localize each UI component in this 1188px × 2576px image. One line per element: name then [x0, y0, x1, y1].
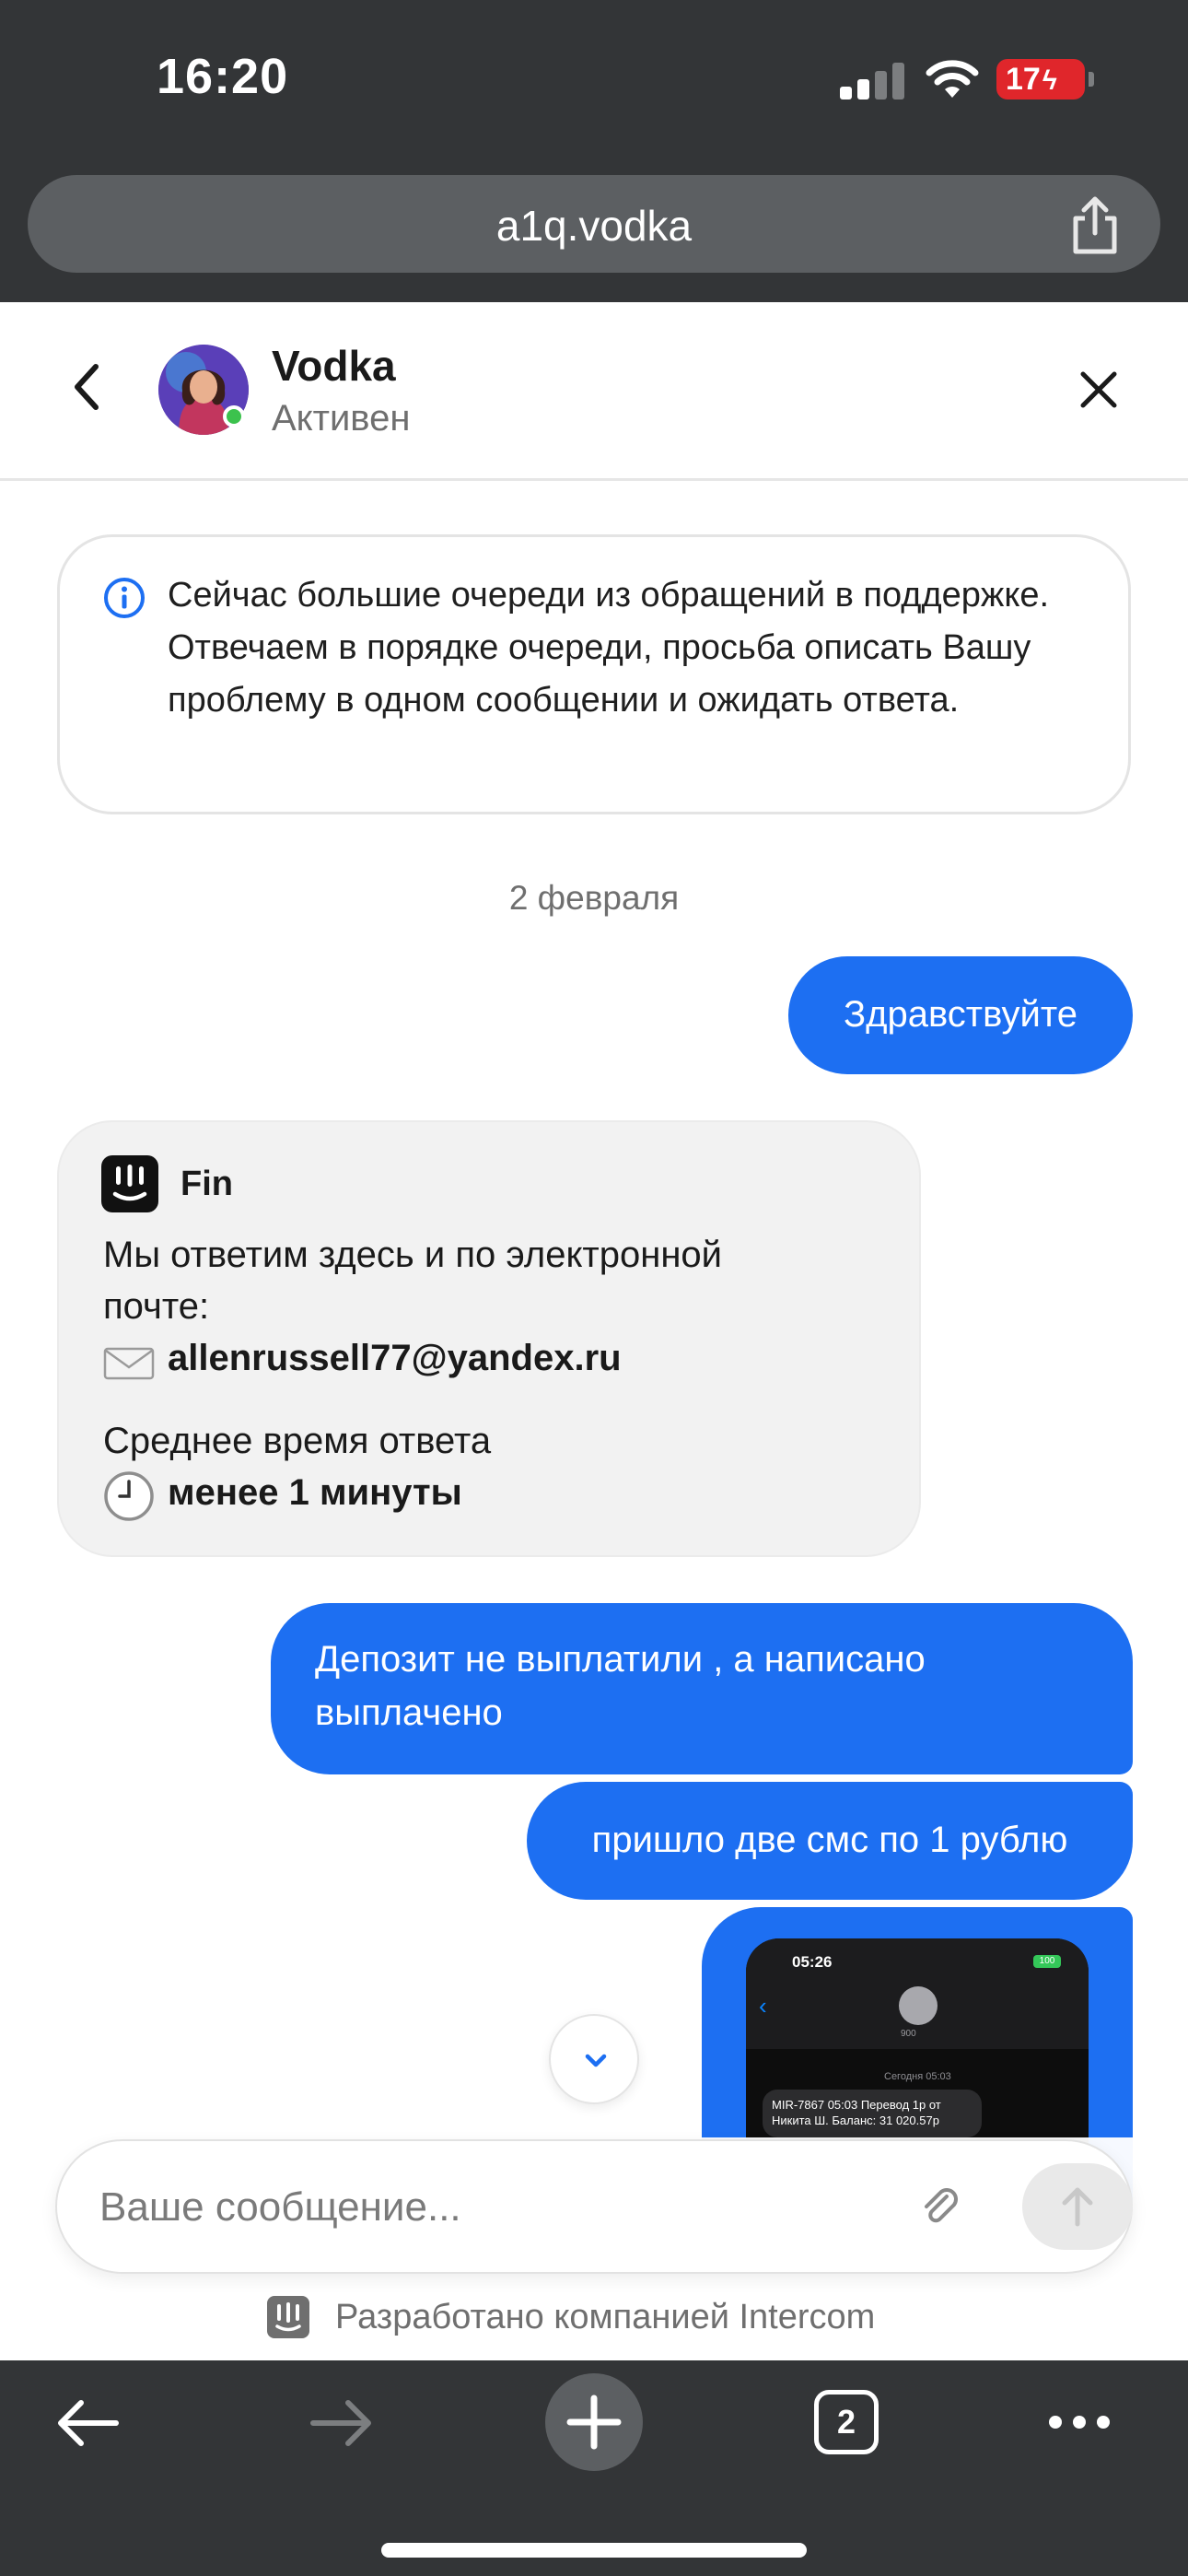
screenshot-battery: 100 — [1033, 1955, 1061, 1968]
avg-time-value: менее 1 минуты — [168, 1472, 462, 1513]
screenshot-time: 05:26 — [792, 1953, 833, 1971]
arrow-up-icon — [1062, 2187, 1093, 2227]
bot-email: allenrussell77@yandex.ru — [168, 1338, 622, 1378]
date-separator: 2 февраля — [508, 879, 680, 917]
screenshot-contact-avatar — [899, 1986, 938, 2025]
user-message-greeting: Здравствуйте — [788, 956, 1133, 1074]
forward-arrow-icon[interactable] — [308, 2394, 374, 2453]
online-status-dot — [223, 405, 245, 427]
back-arrow-icon[interactable] — [55, 2394, 122, 2453]
clock-icon — [104, 1471, 154, 1521]
send-button[interactable] — [1022, 2163, 1133, 2250]
cellular-signal-icon — [840, 61, 906, 100]
battery-indicator: 17ϟ — [996, 59, 1085, 100]
url-text[interactable]: a1q.vodka — [28, 201, 1160, 251]
battery-cap — [1089, 72, 1094, 87]
message-input[interactable] — [99, 2182, 882, 2233]
bot-reply-line-2: почте: — [103, 1286, 210, 1327]
chevron-down-icon — [585, 2054, 607, 2067]
fin-logo-icon — [101, 1155, 158, 1212]
agent-name: Vodka — [272, 342, 396, 390]
notice-text: Сейчас большие очереди из обращений в по… — [168, 576, 1050, 720]
tabs-button[interactable]: 2 — [814, 2390, 879, 2454]
agent-status: Активен — [272, 398, 411, 439]
user-message-sms: пришло две смс по 1 рублю — [527, 1782, 1133, 1900]
bot-reply-line-1: Мы ответим здесь и по электронной — [103, 1235, 722, 1275]
envelope-icon — [103, 1347, 155, 1380]
screenshot-date: Сегодня 05:03 — [884, 2071, 951, 2082]
battery-level: 17 — [1006, 62, 1041, 97]
plus-icon — [566, 2395, 622, 2450]
scroll-down-button[interactable] — [549, 2014, 639, 2104]
wifi-icon — [926, 60, 979, 98]
address-bar[interactable]: a1q.vodka — [28, 175, 1160, 273]
screenshot-sender: 900 — [901, 2029, 916, 2039]
user-message-deposit: Депозит не выплатили , а написано выплач… — [271, 1603, 1133, 1774]
more-icon[interactable] — [1046, 2408, 1112, 2436]
avg-time-label: Среднее время ответа — [103, 1421, 492, 1461]
status-time: 16:20 — [157, 49, 289, 104]
screenshot-sms: MIR-7867 05:03 Перевод 1р от Никита Ш. Б… — [763, 2090, 982, 2137]
intercom-logo-icon — [267, 2296, 309, 2338]
close-icon[interactable] — [1076, 367, 1122, 413]
info-icon — [104, 578, 145, 618]
screenshot-back-icon: ‹ — [759, 1992, 767, 2020]
charging-icon: ϟ — [1042, 65, 1057, 96]
new-tab-button[interactable] — [545, 2373, 643, 2471]
bot-name: Fin — [181, 1165, 233, 1203]
paperclip-icon[interactable] — [917, 2184, 963, 2230]
powered-by-text[interactable]: Разработано компанией Intercom — [335, 2298, 875, 2337]
home-indicator — [381, 2543, 807, 2558]
back-chevron-icon[interactable] — [64, 359, 111, 415]
share-icon[interactable] — [1068, 196, 1122, 255]
